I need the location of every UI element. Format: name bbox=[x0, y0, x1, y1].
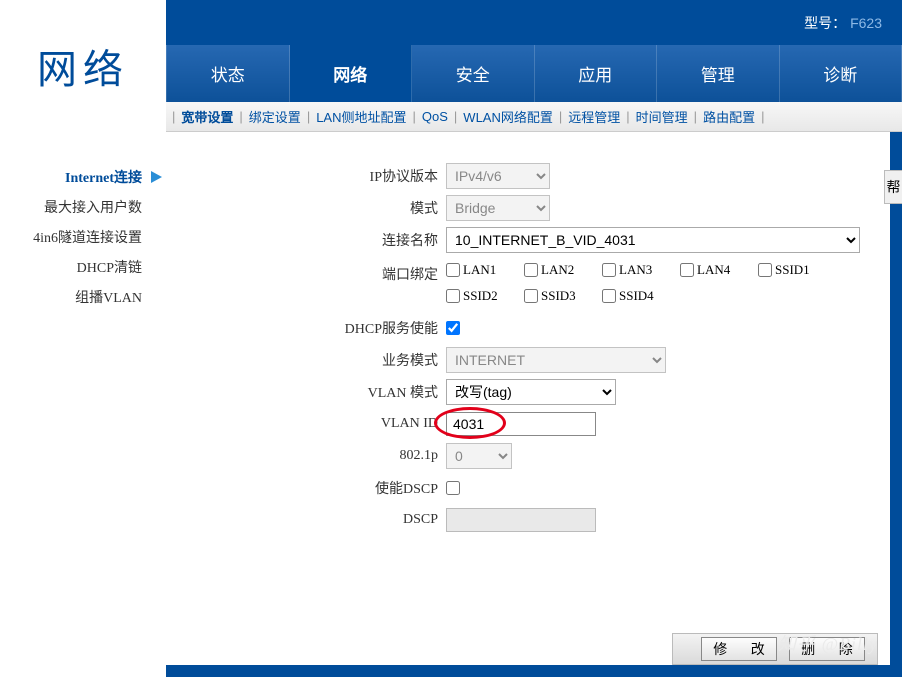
tab-app[interactable]: 应用 bbox=[535, 45, 658, 102]
port-ssid4-checkbox[interactable] bbox=[602, 289, 616, 303]
port-lan3-checkbox[interactable] bbox=[602, 263, 616, 277]
subtab-binding[interactable]: 绑定设置 bbox=[243, 107, 307, 126]
main-tabs: 状态 网络 安全 应用 管理 诊断 bbox=[166, 45, 902, 102]
ip-version-label: IP协议版本 bbox=[206, 166, 446, 186]
model-label: 型号： bbox=[804, 13, 846, 33]
port-lan1-checkbox[interactable] bbox=[446, 263, 460, 277]
tab-network[interactable]: 网络 bbox=[290, 45, 413, 102]
enable-dscp-label: 使能DSCP bbox=[206, 478, 446, 498]
mode-select[interactable]: Bridge bbox=[446, 195, 550, 221]
subtab-wlan[interactable]: WLAN网络配置 bbox=[457, 107, 559, 126]
sidebar-item-internet[interactable]: Internet连接 bbox=[0, 162, 166, 192]
vlan-id-label: VLAN ID bbox=[206, 416, 446, 432]
port-ssid2-checkbox[interactable] bbox=[446, 289, 460, 303]
subtab-remote[interactable]: 远程管理 bbox=[562, 107, 626, 126]
port-ssid3-checkbox[interactable] bbox=[524, 289, 538, 303]
tab-status[interactable]: 状态 bbox=[166, 45, 290, 102]
port-bind-group: LAN1 LAN2 LAN3 LAN4 SSID1 SSID2 SSID3 SS… bbox=[446, 262, 866, 304]
dot1p-label: 802.1p bbox=[206, 448, 446, 464]
biz-mode-label: 业务模式 bbox=[206, 350, 446, 370]
dhcp-enable-label: DHCP服务使能 bbox=[206, 318, 446, 338]
form-panel: IP协议版本 IPv4/v6 模式 Bridge 连接名称 10_INTERNE… bbox=[166, 132, 890, 665]
tab-manage[interactable]: 管理 bbox=[657, 45, 780, 102]
port-lan4-checkbox[interactable] bbox=[680, 263, 694, 277]
help-tab[interactable]: 帮 bbox=[884, 170, 902, 204]
dscp-label: DSCP bbox=[206, 512, 446, 528]
port-bind-label: 端口绑定 bbox=[206, 262, 446, 284]
port-ssid1-checkbox[interactable] bbox=[758, 263, 772, 277]
dhcp-enable-checkbox[interactable] bbox=[446, 321, 460, 335]
subtab-time[interactable]: 时间管理 bbox=[630, 107, 694, 126]
sub-tabs: | 宽带设置| 绑定设置| LAN侧地址配置| QoS| WLAN网络配置| 远… bbox=[166, 102, 902, 132]
mode-label: 模式 bbox=[206, 198, 446, 218]
brand-logo: 网络 bbox=[0, 0, 166, 132]
sidebar-item-4in6[interactable]: 4in6隧道连接设置 bbox=[0, 222, 166, 252]
dscp-input[interactable] bbox=[446, 508, 596, 532]
subtab-qos[interactable]: QoS bbox=[416, 109, 454, 124]
subtab-lan-addr[interactable]: LAN侧地址配置 bbox=[310, 107, 412, 126]
ip-version-select[interactable]: IPv4/v6 bbox=[446, 163, 550, 189]
vlan-mode-select[interactable]: 改写(tag) bbox=[446, 379, 616, 405]
modify-button[interactable]: 修 改 bbox=[701, 637, 777, 661]
top-bar: 型号： F623 bbox=[166, 0, 902, 45]
sidebar-item-multicast-vlan[interactable]: 组播VLAN bbox=[0, 282, 166, 312]
sidebar-item-dhcpclear[interactable]: DHCP清链 bbox=[0, 252, 166, 282]
dot1p-select[interactable]: 0 bbox=[446, 443, 512, 469]
port-lan2-checkbox[interactable] bbox=[524, 263, 538, 277]
delete-button[interactable]: 删 除 bbox=[789, 637, 865, 661]
subtab-route[interactable]: 路由配置 bbox=[697, 107, 761, 126]
subtab-broadband[interactable]: 宽带设置 bbox=[175, 107, 239, 126]
sidebar-item-maxusers[interactable]: 最大接入用户数 bbox=[0, 192, 166, 222]
model-value: F623 bbox=[850, 15, 882, 31]
tab-diagnose[interactable]: 诊断 bbox=[780, 45, 902, 102]
biz-mode-select[interactable]: INTERNET bbox=[446, 347, 666, 373]
sidebar-nav: Internet连接 最大接入用户数 4in6隧道连接设置 DHCP清链 组播V… bbox=[0, 132, 166, 312]
conn-name-label: 连接名称 bbox=[206, 230, 446, 250]
action-bar: 修 改 删 除 bbox=[672, 633, 878, 665]
vlan-mode-label: VLAN 模式 bbox=[206, 382, 446, 402]
enable-dscp-checkbox[interactable] bbox=[446, 481, 460, 495]
conn-name-select[interactable]: 10_INTERNET_B_VID_4031 bbox=[446, 227, 860, 253]
vlan-id-input[interactable] bbox=[446, 412, 596, 436]
tab-security[interactable]: 安全 bbox=[412, 45, 535, 102]
